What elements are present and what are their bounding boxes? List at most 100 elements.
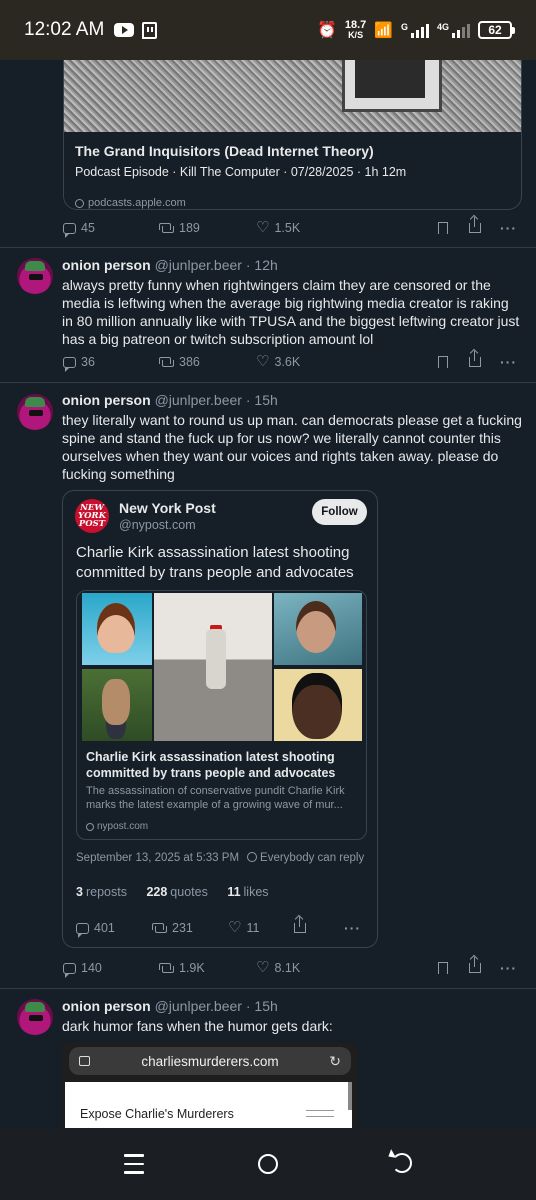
menu-icon: [306, 1110, 334, 1117]
display-name[interactable]: onion person: [62, 257, 151, 273]
clock: 12:02 AM: [24, 19, 105, 40]
like-count: 11: [246, 921, 260, 935]
nypost-logo[interactable]: NEW YORK POST: [75, 499, 109, 533]
reply-button[interactable]: 140: [63, 961, 159, 978]
signal-icon: 4G: [437, 22, 470, 38]
more-icon: ···: [344, 920, 361, 936]
repost-button[interactable]: 1.9K: [159, 961, 256, 975]
reply-icon: [63, 222, 76, 238]
repost-count: 386: [179, 355, 200, 369]
photo: [274, 593, 362, 665]
post-actions: 36 386 ♡ 3.6K ···: [63, 351, 521, 372]
news-link-card[interactable]: Charlie Kirk assassination latest shooti…: [76, 590, 367, 840]
date-text: September 13, 2025 at 5:33 PM: [76, 852, 240, 864]
quotes-stat[interactable]: 228 quotes: [146, 885, 207, 899]
wifi-icon: 📶: [374, 22, 393, 39]
tabs-icon: [79, 1056, 90, 1066]
repost-button[interactable]: 386: [159, 355, 256, 369]
repost-icon: [159, 357, 174, 367]
post-text: always pretty funny when rightwingers cl…: [62, 277, 520, 347]
reply-button[interactable]: 45: [63, 221, 159, 238]
post-time: 12h: [254, 257, 278, 273]
bookmark-button[interactable]: [438, 356, 469, 369]
alarm-icon: ⏰: [316, 22, 337, 39]
photo: [82, 669, 152, 741]
post-time: 15h: [254, 998, 278, 1014]
avatar[interactable]: [17, 394, 53, 430]
like-button[interactable]: ♡ 3.6K: [256, 354, 438, 369]
reply-setting: Everybody can reply: [260, 852, 365, 864]
quoted-text: Charlie Kirk assassination latest shooti…: [76, 544, 354, 581]
globe-icon: [247, 852, 258, 862]
network-speed-unit: K/S: [348, 30, 364, 40]
likes-stat[interactable]: 11 likes: [227, 885, 268, 899]
reply-icon: [63, 962, 76, 978]
home-icon[interactable]: [258, 1154, 278, 1174]
display-name[interactable]: onion person: [62, 998, 151, 1014]
link-card-meta: Podcast Episode · Kill The Computer · 07…: [75, 165, 407, 179]
display-name[interactable]: onion person: [62, 392, 151, 408]
quoted-post[interactable]: NEW YORK POST New York Post @nypost.com …: [62, 490, 378, 948]
divider: [0, 382, 536, 383]
post-actions: 45 189 ♡ 1.5K ···: [63, 217, 521, 238]
bookmark-button[interactable]: [438, 962, 469, 975]
quoted-timestamp: September 13, 2025 at 5:33 PM Everybody c…: [76, 852, 364, 864]
avatar[interactable]: [17, 999, 53, 1035]
like-button[interactable]: ♡ 8.1K: [256, 959, 438, 976]
post-header: onion person @junlper.beer · 15h: [62, 392, 278, 408]
reply-count: 36: [81, 355, 95, 369]
repost-button[interactable]: 189: [159, 221, 256, 235]
bookmark-button[interactable]: [438, 222, 469, 235]
repost-button[interactable]: 231: [152, 921, 228, 935]
reposts-stat[interactable]: 3 reposts: [76, 885, 127, 899]
quoted-actions: 401 231 ♡ 11 ···: [76, 917, 366, 938]
timeline[interactable]: The Grand Inquisitors (Dead Internet The…: [0, 60, 536, 1128]
webpage: Expose Charlie's Murderers: [65, 1082, 352, 1128]
share-button[interactable]: [469, 957, 500, 973]
share-button[interactable]: [294, 917, 344, 933]
repost-count: 231: [172, 921, 193, 935]
handle[interactable]: @junlper.beer: [155, 998, 242, 1014]
like-button[interactable]: ♡ 11: [228, 919, 294, 936]
battery-icon: 62: [478, 21, 515, 39]
share-button[interactable]: [469, 351, 500, 367]
back-icon[interactable]: [392, 1153, 412, 1173]
bookmark-icon: [438, 962, 448, 975]
share-icon: [469, 217, 481, 233]
reply-button[interactable]: 401: [76, 921, 152, 938]
handle[interactable]: @junlper.beer: [155, 392, 242, 408]
menu-icon[interactable]: [124, 1154, 144, 1174]
globe-icon: [75, 198, 84, 208]
more-button[interactable]: ···: [500, 220, 517, 236]
post-header: onion person @junlper.beer · 12h: [62, 257, 278, 273]
logo-word: POST: [78, 519, 106, 529]
heart-icon: ♡: [256, 959, 270, 976]
share-button[interactable]: [469, 217, 500, 233]
repost-icon: [152, 923, 167, 933]
url-text: charliesmurderers.com: [141, 1053, 279, 1069]
embedded-screenshot[interactable]: charliesmurderers.com ↻ Expose Charlie's…: [62, 1042, 358, 1128]
reply-button[interactable]: 36: [63, 355, 159, 372]
avatar[interactable]: [17, 258, 53, 294]
sim1-label: G: [400, 22, 408, 32]
photo: [274, 669, 362, 741]
photo: [82, 593, 152, 665]
twitch-icon: [142, 21, 158, 39]
follow-button[interactable]: Follow: [312, 499, 367, 525]
link-card[interactable]: The Grand Inquisitors (Dead Internet The…: [63, 60, 522, 210]
reply-count: 140: [81, 961, 102, 975]
quoted-handle[interactable]: @nypost.com: [119, 518, 196, 532]
quoted-display-name[interactable]: New York Post: [119, 500, 216, 516]
like-button[interactable]: ♡ 1.5K: [256, 220, 438, 235]
battery-level: 62: [488, 23, 502, 37]
more-button[interactable]: ···: [344, 920, 361, 936]
divider: [0, 247, 536, 248]
globe-icon: [86, 822, 94, 831]
post-header: onion person @junlper.beer · 15h: [62, 998, 278, 1014]
repost-icon: [159, 223, 174, 233]
heart-icon: ♡: [228, 919, 242, 936]
more-button[interactable]: ···: [500, 960, 517, 976]
more-button[interactable]: ···: [500, 354, 517, 370]
handle[interactable]: @junlper.beer: [155, 257, 242, 273]
like-count: 8.1K: [274, 961, 301, 975]
